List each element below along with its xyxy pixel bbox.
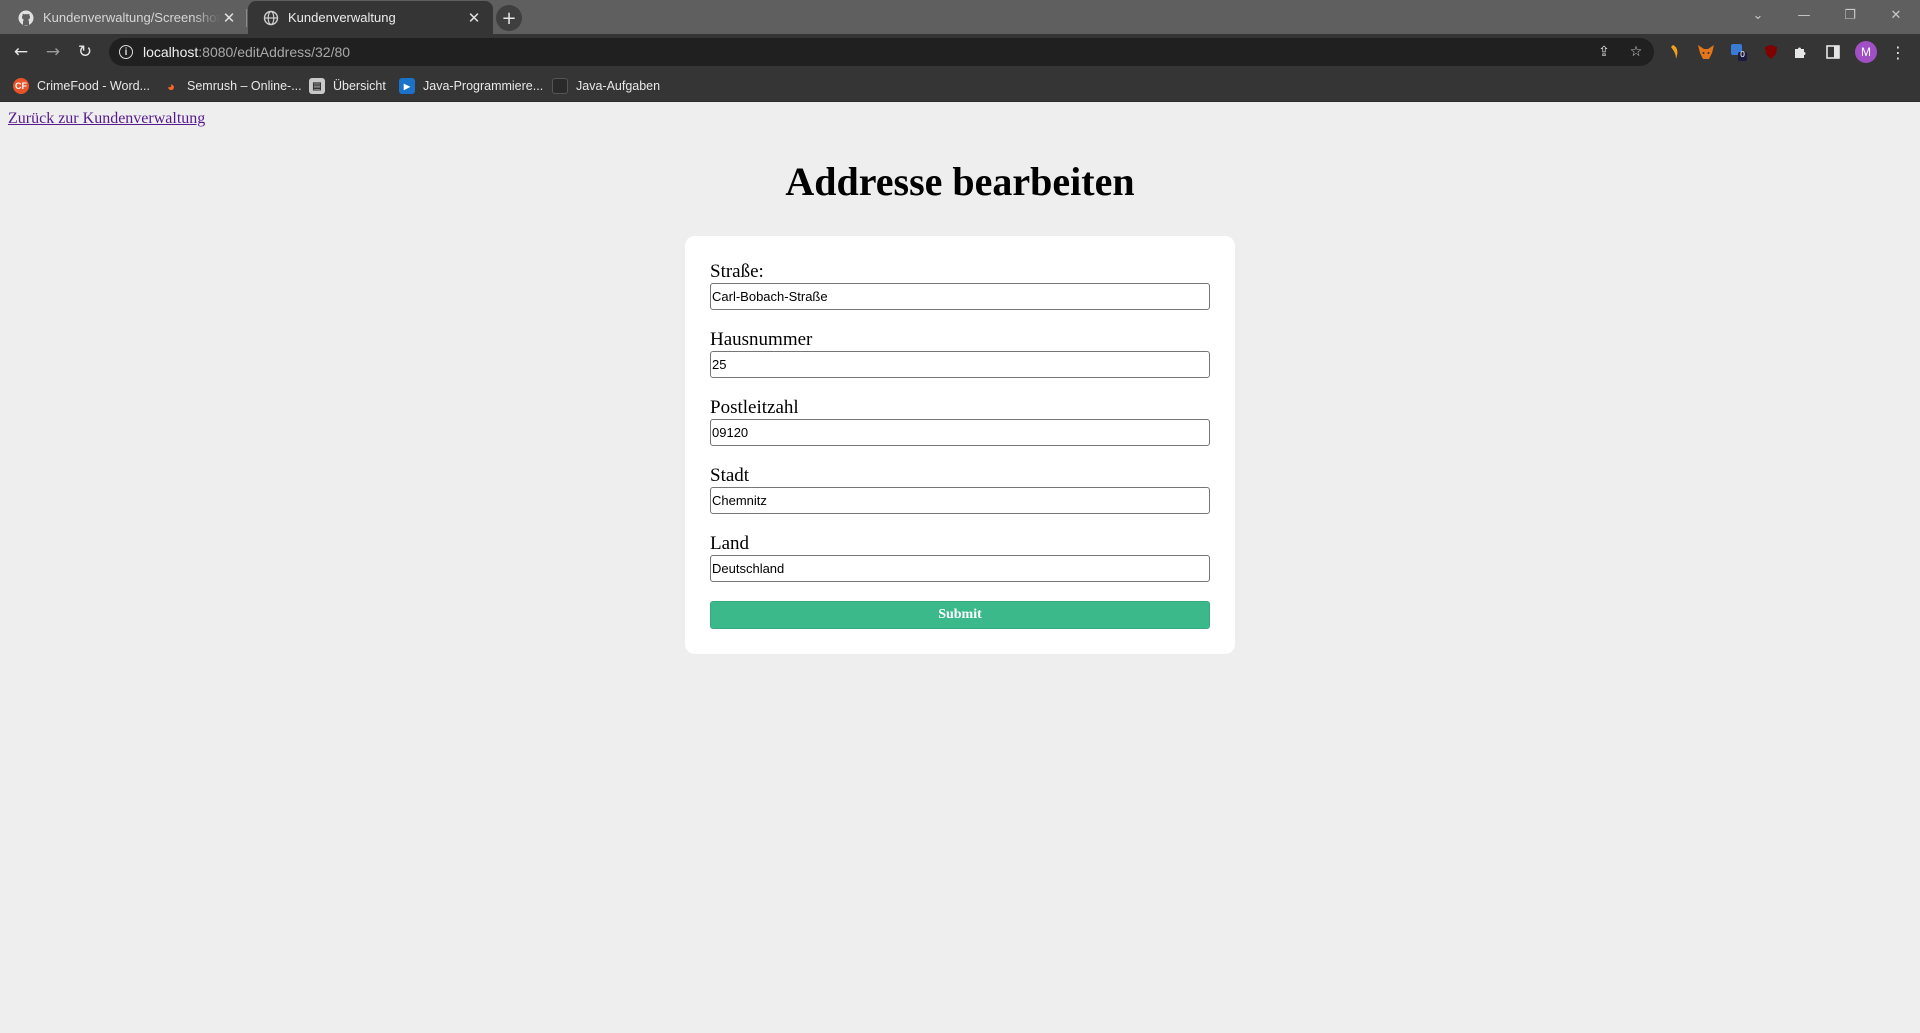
country-field-group: Land: [710, 533, 1210, 601]
forward-arrow-icon[interactable]: →: [40, 39, 66, 65]
bookmark-java-aufgaben[interactable]: Java-Aufgaben: [552, 76, 660, 96]
submit-button[interactable]: Submit: [710, 601, 1210, 629]
close-icon[interactable]: ✕: [220, 9, 238, 27]
postal-code-input[interactable]: [710, 419, 1210, 446]
extension-badge-icon[interactable]: 0: [1730, 43, 1748, 61]
close-icon[interactable]: ✕: [465, 9, 483, 27]
browser-toolbar: ← → ↻ i localhost:8080/editAddress/32/80…: [0, 34, 1920, 70]
house-number-label: Hausnummer: [710, 329, 813, 350]
tab-title: Kundenverwaltung: [288, 10, 396, 25]
bookmark-semrush[interactable]: ◕ Semrush – Online-...: [163, 76, 302, 96]
postal-code-field-group: Postleitzahl: [710, 397, 1210, 465]
bookmark-crimefood[interactable]: CF CrimeFood - Word...: [13, 76, 150, 96]
puzzle-icon[interactable]: [1792, 43, 1810, 61]
info-icon[interactable]: i: [119, 45, 133, 59]
bookmark-label: Semrush – Online-...: [187, 79, 302, 93]
github-icon: [18, 10, 34, 25]
city-label: Stadt: [710, 465, 750, 486]
metamask-fox-icon[interactable]: [1697, 43, 1715, 61]
house-number-input[interactable]: [710, 351, 1210, 378]
java-video-icon: ▶: [399, 78, 415, 94]
country-input[interactable]: [710, 555, 1210, 582]
tab-kundenverwaltung[interactable]: Kundenverwaltung ✕: [248, 1, 493, 34]
page-title: Addresse bearbeiten: [785, 159, 1135, 204]
semrush-icon: ◕: [167, 78, 175, 94]
street-field-group: Straße:: [710, 261, 1210, 329]
back-to-customers-link[interactable]: Zurück zur Kundenverwaltung: [8, 110, 205, 128]
address-bar[interactable]: i localhost:8080/editAddress/32/80 ⇪ ☆: [109, 38, 1654, 66]
tab-title: Kundenverwaltung/Screenshot K: [43, 10, 220, 25]
tab-github[interactable]: Kundenverwaltung/Screenshot K ✕: [3, 1, 248, 34]
extension-orange-icon[interactable]: [1666, 43, 1684, 61]
back-arrow-icon[interactable]: ←: [8, 39, 34, 65]
bookmark-label: CrimeFood - Word...: [37, 79, 150, 93]
minimize-icon[interactable]: —: [1781, 0, 1827, 30]
url-path: :8080/editAddress/32/80: [198, 44, 351, 60]
ublock-icon[interactable]: [1762, 43, 1780, 61]
bookmark-label: Java-Aufgaben: [576, 79, 661, 93]
street-input[interactable]: [710, 283, 1210, 310]
crimefood-icon: CF: [13, 78, 29, 94]
window-close-icon[interactable]: ✕: [1873, 0, 1919, 30]
bookmark-java-programmiere[interactable]: ▶ Java-Programmiere...: [399, 76, 543, 96]
overview-icon: ▤: [309, 78, 325, 94]
bookmark-star-icon[interactable]: ☆: [1626, 42, 1646, 62]
profile-avatar[interactable]: M: [1855, 41, 1877, 63]
globe-icon: [263, 10, 279, 25]
bookmarks-bar: CF CrimeFood - Word... ◕ Semrush – Onlin…: [0, 70, 1920, 102]
new-tab-button[interactable]: +: [496, 5, 522, 31]
restore-icon[interactable]: ❐: [1827, 0, 1873, 30]
share-icon[interactable]: ⇪: [1594, 42, 1614, 62]
house-number-field-group: Hausnummer: [710, 329, 1210, 397]
country-label: Land: [710, 533, 750, 554]
city-input[interactable]: [710, 487, 1210, 514]
menu-kebab-icon[interactable]: ⋮: [1889, 43, 1907, 62]
extension-badge-count: 0: [1740, 50, 1746, 59]
bookmark-label: Java-Programmiere...: [423, 79, 544, 93]
bookmark-label: Übersicht: [333, 79, 386, 93]
tab-separator: [246, 9, 247, 27]
street-label: Straße:: [710, 261, 764, 282]
city-field-group: Stadt: [710, 465, 1210, 533]
java-tasks-icon: [552, 78, 568, 94]
bookmark-uebersicht[interactable]: ▤ Übersicht: [309, 76, 386, 96]
address-form: Straße: Hausnummer Postleitzahl Stadt La…: [685, 236, 1235, 654]
side-panel-icon[interactable]: [1824, 43, 1842, 61]
tab-strip: Kundenverwaltung/Screenshot K ✕ Kundenve…: [0, 0, 1920, 34]
url-host: localhost: [143, 44, 199, 60]
tab-search-icon[interactable]: ⌄: [1735, 0, 1781, 30]
reload-icon[interactable]: ↻: [72, 39, 98, 65]
postal-code-label: Postleitzahl: [710, 397, 799, 418]
